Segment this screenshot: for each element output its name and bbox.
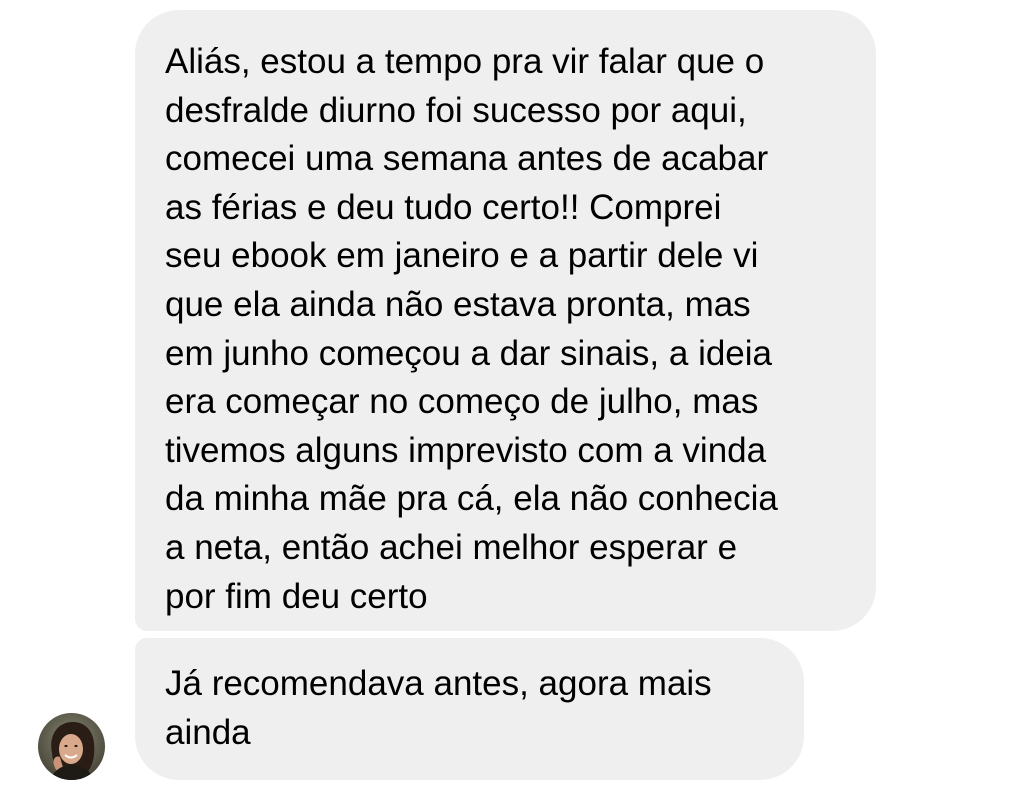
message-line: era começar no começo de julho, mas (165, 382, 759, 422)
message-line: a neta, então achei melhor esperar e (165, 527, 738, 567)
message-line: desfralde diurno foi sucesso por aqui, (165, 90, 747, 130)
message-line: Já recomendava antes, agora mais (165, 664, 712, 703)
message-line: as férias e deu tudo certo!! Comprei (165, 187, 722, 227)
message-line: tivemos alguns imprevisto com a vinda (165, 430, 767, 470)
chat-thread: Aliás, estou a tempo pra vir falar que o… (0, 0, 1024, 802)
message-line: da minha mãe pra cá, ela não conhecia (165, 479, 778, 519)
message-bubble[interactable]: Aliás, estou a tempo pra vir falar que o… (135, 10, 876, 631)
message-line: por fim deu certo (165, 576, 428, 616)
message-bubble[interactable]: Já recomendava antes, agora mais ainda (135, 638, 804, 780)
message-line: Aliás, estou a tempo pra vir falar que o (165, 42, 765, 81)
avatar-icon (38, 713, 105, 780)
sender-avatar[interactable] (38, 713, 105, 780)
message-line: em junho começou a dar sinais, a ideia (165, 333, 773, 373)
message-line: ainda (165, 712, 251, 752)
message-line: seu ebook em janeiro e a partir dele vi (165, 236, 759, 276)
message-line: comecei uma semana antes de acabar (165, 139, 769, 179)
message-line: que ela ainda não estava pronta, mas (165, 284, 751, 324)
